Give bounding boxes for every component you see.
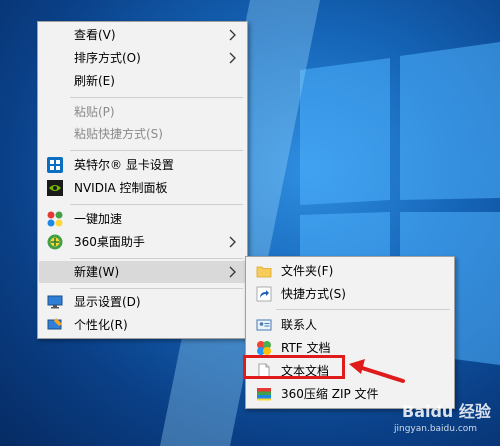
baidu-watermark: Baidu 经验 jingyan.baidu.com — [390, 392, 498, 444]
shortcut-icon — [256, 286, 272, 302]
menu-item-new[interactable]: 新建(W) — [39, 261, 246, 283]
menu-item-label: 排序方式(O) — [74, 51, 141, 65]
submenu-item-label: 联系人 — [281, 318, 318, 332]
contact-card-icon — [256, 319, 272, 331]
highlight-box — [243, 355, 345, 379]
watermark-brand: Baidu 经验 — [402, 402, 491, 421]
menu-item-360-desktop-assistant[interactable]: 360桌面助手 — [39, 231, 246, 253]
personalize-icon — [47, 318, 62, 330]
menu-item-label: 新建(W) — [74, 265, 120, 279]
submenu-item-folder[interactable]: 文件夹(F) — [247, 260, 453, 282]
menu-item-label: 粘贴(P) — [74, 105, 115, 119]
menu-item-label: 英特尔® 显卡设置 — [74, 158, 174, 172]
speed-up-icon — [47, 211, 63, 227]
menu-item-label: 刷新(E) — [74, 74, 115, 88]
intel-graphics-icon — [47, 157, 63, 173]
nvidia-icon — [47, 180, 63, 196]
menu-item-view[interactable]: 查看(V) — [39, 24, 246, 46]
menu-separator — [70, 97, 243, 98]
menu-item-intel-graphics[interactable]: 英特尔® 显卡设置 — [39, 154, 246, 176]
menu-separator — [70, 150, 243, 151]
red-arrow-icon — [349, 359, 405, 383]
menu-item-label: 360桌面助手 — [74, 235, 145, 249]
menu-item-label: 查看(V) — [74, 28, 116, 42]
zip-archive-icon — [257, 388, 271, 401]
watermark-url: jingyan.baidu.com — [394, 424, 478, 434]
menu-item-label: 显示设置(D) — [74, 295, 141, 309]
menu-item-label: 粘贴快捷方式(S) — [74, 127, 163, 141]
menu-item-speed-up[interactable]: 一键加速 — [39, 208, 246, 230]
submenu-item-contact[interactable]: 联系人 — [247, 314, 453, 336]
menu-separator — [70, 258, 243, 259]
menu-item-paste[interactable]: 粘贴(P) — [39, 101, 246, 123]
chevron-right-icon — [229, 266, 236, 278]
menu-item-personalize[interactable]: 个性化(R) — [39, 314, 246, 336]
chevron-right-icon — [229, 52, 236, 64]
chevron-right-icon — [229, 236, 236, 248]
submenu-item-label: 文件夹(F) — [281, 264, 334, 278]
menu-item-label: NVIDIA 控制面板 — [74, 181, 168, 195]
submenu-item-shortcut[interactable]: 快捷方式(S) — [247, 283, 453, 305]
menu-item-label: 个性化(R) — [74, 318, 128, 332]
folder-icon — [256, 266, 272, 278]
menu-item-sort-by[interactable]: 排序方式(O) — [39, 47, 246, 69]
chevron-right-icon — [229, 29, 236, 41]
submenu-item-label: 360压缩 ZIP 文件 — [281, 387, 379, 401]
menu-item-nvidia-control-panel[interactable]: NVIDIA 控制面板 — [39, 177, 246, 199]
menu-separator — [70, 288, 243, 289]
menu-item-display-settings[interactable]: 显示设置(D) — [39, 291, 246, 313]
rtf-document-icon — [257, 341, 271, 355]
menu-item-label: 一键加速 — [74, 212, 123, 226]
menu-item-refresh[interactable]: 刷新(E) — [39, 70, 246, 92]
new-submenu: 文件夹(F) 快捷方式(S) 联系人 RTF 文档 文本文档 360压缩 ZIP… — [245, 256, 455, 409]
menu-separator — [70, 204, 243, 205]
display-settings-icon — [47, 295, 63, 309]
desktop-context-menu: 查看(V) 排序方式(O) 刷新(E) 粘贴(P) 粘贴快捷方式(S) 英特尔®… — [37, 21, 248, 339]
menu-item-paste-shortcut[interactable]: 粘贴快捷方式(S) — [39, 123, 246, 145]
menu-separator — [276, 309, 450, 310]
submenu-item-label: 快捷方式(S) — [281, 287, 346, 301]
360-assistant-icon — [47, 234, 63, 250]
